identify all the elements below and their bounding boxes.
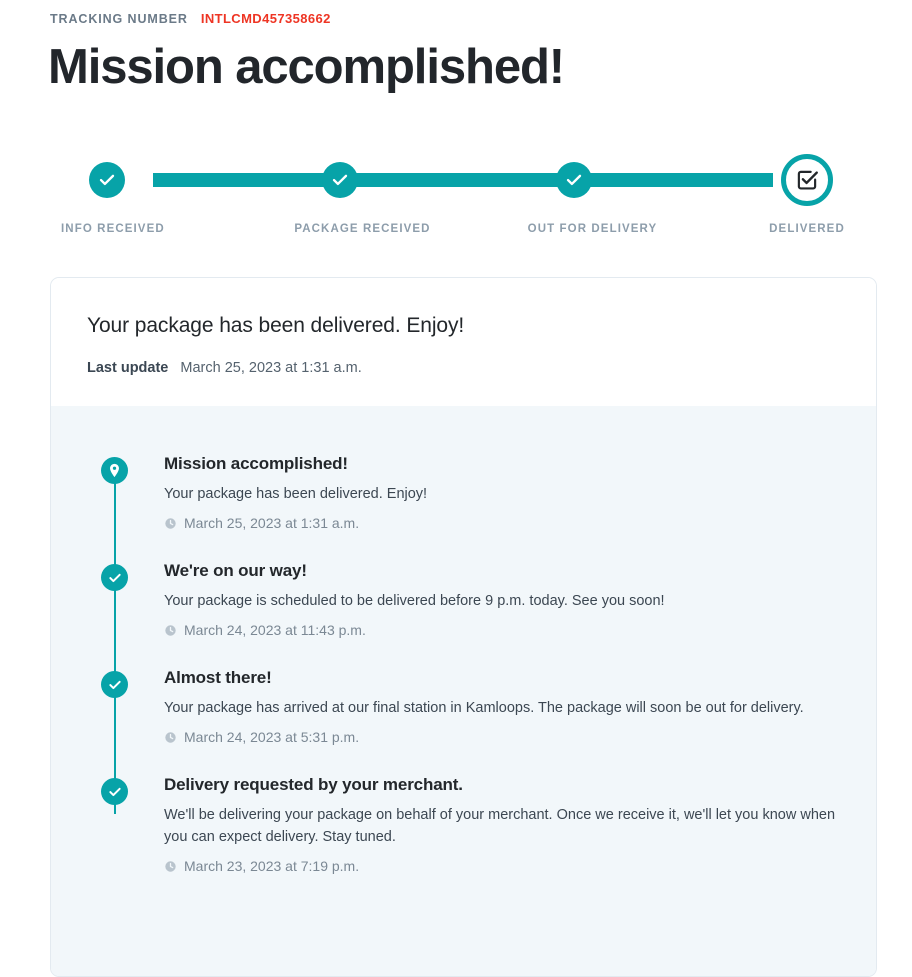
check-icon (333, 174, 348, 186)
timeline-item-title: Mission accomplished! (164, 454, 348, 473)
timeline-item-description: Your package has been delivered. Enjoy! (164, 486, 428, 502)
tracker-step-label: DELIVERED (769, 223, 845, 235)
tracking-number-value[interactable]: INTLCMD457358662 (201, 11, 331, 26)
check-icon (108, 680, 121, 689)
tracking-number-row: TRACKING NUMBER INTLCMD457358662 (50, 11, 331, 26)
timeline-item-title: Almost there! (164, 668, 272, 687)
timeline-item-timestamp: March 25, 2023 at 1:31 a.m. (184, 515, 360, 531)
timeline-item: Delivery requested by your merchant. We'l… (101, 775, 840, 874)
timeline-item-description: We'll be delivering your package on beha… (164, 807, 836, 845)
timeline-items: Mission accomplished! Your package has be… (101, 454, 840, 874)
checkbox-icon (797, 170, 818, 190)
page-title: Mission accomplished! (48, 40, 565, 94)
check-icon (108, 787, 121, 796)
tracker-step-circle-wrap (761, 154, 853, 206)
timeline-item-time: March 24, 2023 at 5:31 p.m. (164, 729, 840, 745)
progress-steps: INFO RECEIVED PACKAGE RECEIVED OUT FOR DEL… (61, 154, 844, 235)
tracker-step-label: INFO RECEIVED (61, 223, 165, 235)
tracker-step-circle-wrap (528, 155, 620, 205)
progress-tracker: INFO RECEIVED PACKAGE RECEIVED OUT FOR DEL… (61, 154, 844, 235)
tracking-number-label: TRACKING NUMBER (50, 12, 188, 26)
clock-icon (165, 517, 176, 529)
timeline-item-time: March 23, 2023 at 7:19 p.m. (164, 858, 840, 874)
status-card: Your package has been delivered. Enjoy! … (50, 277, 877, 977)
timeline-item-time: March 25, 2023 at 1:31 a.m. (164, 515, 840, 531)
tracker-step-label: OUT FOR DELIVERY (527, 223, 658, 235)
timeline-marker (101, 778, 128, 805)
map-pin-icon (110, 463, 119, 478)
tracker-step-label: PACKAGE RECEIVED (294, 223, 431, 235)
tracker-step-circle (89, 162, 125, 198)
last-update-label: Last update (87, 360, 169, 376)
tracker-step-circle-wrap (294, 155, 386, 205)
check-icon (566, 174, 581, 186)
tracker-step-circle (322, 162, 359, 198)
status-card-title: Your package has been delivered. Enjoy! (87, 314, 465, 337)
tracker-step-package-received[interactable]: PACKAGE RECEIVED (294, 155, 431, 235)
timeline-marker (101, 457, 128, 484)
timeline-marker (101, 564, 128, 591)
tracker-step-delivered[interactable]: DELIVERED (761, 154, 853, 235)
timeline-item: Mission accomplished! Your package has be… (101, 454, 840, 531)
check-icon (99, 174, 115, 186)
tracker-step-circle (781, 154, 833, 206)
tracker-step-info-received[interactable]: INFO RECEIVED (61, 155, 165, 235)
timeline-item-timestamp: March 23, 2023 at 7:19 p.m. (184, 858, 360, 874)
clock-icon (165, 731, 176, 743)
status-card-body: Mission accomplished! Your package has be… (51, 406, 876, 976)
timeline-item: We're on our way! Your package is schedul… (101, 561, 840, 638)
last-update-value: March 25, 2023 at 1:31 a.m. (180, 360, 362, 376)
tracking-page: TRACKING NUMBER INTLCMD457358662 Mission… (0, 0, 912, 977)
timeline-marker (101, 671, 128, 698)
timeline-item-timestamp: March 24, 2023 at 5:31 p.m. (184, 729, 360, 745)
tracker-step-circle-wrap (61, 155, 153, 205)
timeline-item-description: Your package has arrived at our final st… (164, 700, 804, 716)
check-icon (108, 573, 121, 582)
timeline-item-time: March 24, 2023 at 11:43 p.m. (164, 622, 840, 638)
timeline-item-title: We're on our way! (164, 561, 307, 580)
timeline-item-title: Delivery requested by your merchant. (164, 775, 463, 794)
tracker-step-circle (555, 162, 592, 198)
timeline-item-timestamp: March 24, 2023 at 11:43 p.m. (184, 622, 366, 638)
tracking-timeline: Mission accomplished! Your package has be… (101, 454, 840, 874)
tracker-step-out-for-delivery[interactable]: OUT FOR DELIVERY (527, 155, 658, 235)
clock-icon (165, 624, 176, 636)
clock-icon (165, 860, 176, 872)
last-update-row: Last update March 25, 2023 at 1:31 a.m. (87, 360, 840, 376)
timeline-item-description: Your package is scheduled to be delivere… (164, 593, 665, 609)
status-card-header: Your package has been delivered. Enjoy! … (51, 278, 876, 406)
timeline-item: Almost there! Your package has arrived at… (101, 668, 840, 745)
